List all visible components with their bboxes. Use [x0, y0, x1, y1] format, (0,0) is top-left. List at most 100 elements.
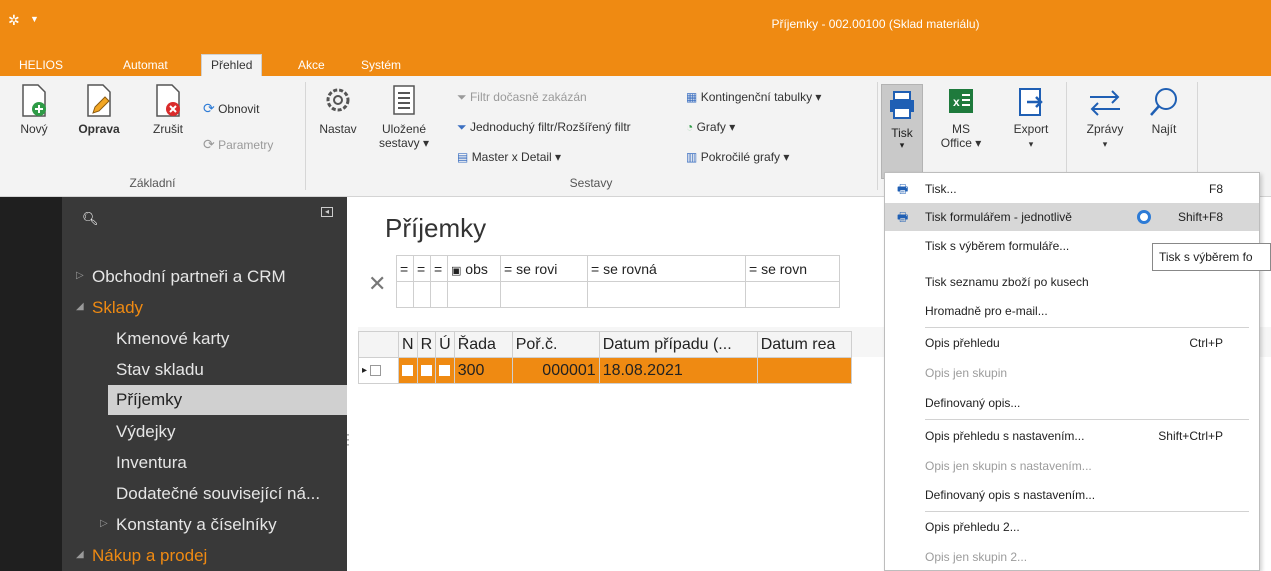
title-bar: ✲ ▼ Příjemky - 002.00100 (Sklad materiál…	[0, 0, 1271, 52]
sidebar-item-prijemky[interactable]: Příjemky	[108, 385, 347, 415]
column-header-datum-rea[interactable]: Datum rea	[756, 331, 852, 358]
column-header-datum[interactable]: Datum případu (...	[598, 331, 758, 358]
sidebar-item-partners[interactable]: ▷ Obchodní partneři a CRM	[76, 267, 286, 287]
cell-datum[interactable]: 18.08.2021	[598, 357, 758, 384]
tab-akce[interactable]: Akce	[289, 56, 334, 76]
parameters-icon: ⟳	[203, 136, 215, 152]
menu-item-definovany-opis-nastaveni[interactable]: Definovaný opis s nastavením...	[885, 481, 1259, 509]
menu-item-opis-skupin-nastaveni[interactable]: Opis jen skupin s nastavením...	[885, 452, 1259, 480]
menu-item-label: Opis jen skupin	[925, 366, 1008, 380]
filter-value[interactable]	[413, 281, 431, 308]
refresh-button[interactable]: ⟳ Obnovit	[203, 100, 259, 117]
sidebar-item-stav-skladu[interactable]: Stav skladu	[116, 360, 204, 380]
settings-button[interactable]: Nastav	[316, 84, 360, 136]
tab-prehled[interactable]: Přehled	[201, 54, 263, 76]
print-dropdown-arrow: ▾	[899, 140, 905, 150]
menu-item-tisk[interactable]: 🖶︎ Tisk... F8	[885, 175, 1259, 203]
tab-helios[interactable]: HELIOS	[10, 56, 72, 76]
cell-u[interactable]	[435, 357, 455, 384]
edit-button[interactable]: Oprava	[76, 84, 122, 136]
column-header-r[interactable]: R	[416, 331, 437, 358]
table-row[interactable]: ▸ 300 000001 18.08.2021	[358, 357, 852, 384]
cell-datum-rea[interactable]	[756, 357, 852, 384]
master-detail-label: Master x Detail ▾	[471, 150, 562, 164]
advanced-charts-button[interactable]: ▥ Pokročilé grafy ▾	[686, 150, 789, 164]
menu-item-label: Opis přehledu	[925, 336, 1000, 350]
filter-op-porc[interactable]: = se rovi	[500, 255, 588, 282]
cell-checkbox[interactable]	[420, 364, 432, 376]
menu-item-opis-skupin-2[interactable]: Opis jen skupin 2...	[885, 543, 1259, 571]
menu-item-hromadne-email[interactable]: Hromadně pro e-mail...	[885, 297, 1259, 325]
filter-disabled-button[interactable]: ⏷ Filtr dočasně zakázán	[457, 90, 587, 105]
find-button[interactable]: Najít	[1144, 86, 1184, 136]
collapse-arrow-icon: ◢	[76, 301, 84, 312]
column-header-porc[interactable]: Poř.č.	[511, 331, 600, 358]
menu-item-tisk-seznamu[interactable]: Tisk seznamu zboží po kusech	[885, 268, 1259, 296]
column-header-u[interactable]: Ú	[435, 331, 455, 358]
column-header-rada[interactable]: Řada	[453, 331, 513, 358]
cell-r[interactable]	[416, 357, 437, 384]
filter-value[interactable]	[447, 281, 501, 308]
simple-filter-button[interactable]: ⏷ Jednoduchý filtr/Rozšířený filtr	[457, 120, 631, 135]
filter-value[interactable]	[587, 281, 746, 308]
filter-op-datum[interactable]: = se rovná	[587, 255, 746, 282]
messages-button[interactable]: Zprávy ▾	[1080, 86, 1130, 150]
group-label-sestavy: Sestavy	[569, 176, 613, 190]
filter-value[interactable]	[500, 281, 588, 308]
menu-item-shortcut: Shift+F8	[1177, 210, 1223, 224]
cell-rada[interactable]: 300	[453, 357, 513, 384]
menu-item-label: Opis jen skupin s nastavením...	[925, 459, 1092, 473]
filter-icon: ⏷	[457, 120, 467, 134]
filter-value[interactable]	[745, 281, 840, 308]
printer-icon: 🖶︎	[897, 182, 909, 196]
arrows-exchange-icon	[1090, 90, 1120, 116]
filter-op-n[interactable]: =	[396, 255, 414, 282]
search-icon[interactable]: 🔍︎	[82, 211, 99, 227]
clear-filter-icon[interactable]: ✕	[368, 271, 386, 297]
sidebar-item-sklady[interactable]: ◢ Sklady	[76, 298, 143, 318]
filter-value[interactable]	[430, 281, 448, 308]
cancel-button[interactable]: Zrušit	[147, 84, 189, 136]
filter-op-rada[interactable]: ▣ obs	[447, 255, 501, 282]
menu-item-opis-skupin[interactable]: Opis jen skupin	[885, 359, 1259, 387]
saved-reports-button[interactable]: Uložené sestavy ▾	[376, 84, 432, 150]
charts-button[interactable]: ◔ Grafy ▾	[686, 120, 735, 134]
new-button[interactable]: Nový	[16, 84, 52, 136]
sidebar-item-inventura[interactable]: Inventura	[116, 453, 187, 473]
menu-item-opis-prehledu-2[interactable]: Opis přehledu 2...	[885, 513, 1259, 541]
cell-n[interactable]	[398, 357, 418, 384]
pin-panel-icon[interactable]: ◂	[321, 207, 333, 217]
cell-porc[interactable]: 000001	[511, 357, 600, 384]
parameters-button[interactable]: ⟳ Parametry	[203, 136, 273, 153]
menu-item-shortcut: F8	[1208, 182, 1223, 196]
export-button[interactable]: Export ▾	[1008, 86, 1054, 150]
sidebar-item-nakup-prodej[interactable]: ◢ Nákup a prodej	[76, 546, 207, 566]
column-header-n[interactable]: N	[398, 331, 418, 358]
menu-item-definovany-opis[interactable]: Definovaný opis...	[885, 389, 1259, 417]
edit-label: Oprava	[78, 122, 120, 136]
sidebar-item-kmenove-karty[interactable]: Kmenové karty	[116, 329, 229, 349]
cell-checkbox[interactable]	[439, 364, 451, 376]
tab-system[interactable]: Systém	[352, 56, 410, 76]
filter-op-u[interactable]: =	[430, 255, 448, 282]
menu-item-opis-nastaveni[interactable]: Opis přehledu s nastavením... Shift+Ctrl…	[885, 422, 1259, 450]
pivot-tables-button[interactable]: ▦ Kontingenční tabulky ▾	[686, 90, 821, 104]
menu-item-label: Tisk...	[925, 182, 957, 196]
sidebar-item-konstanty[interactable]: ▷ Konstanty a číselníky	[100, 515, 277, 535]
menu-item-opis-prehledu[interactable]: Opis přehledu Ctrl+P	[885, 329, 1259, 357]
sidebar-item-dodatecne[interactable]: Dodatečné související ná...	[116, 484, 320, 504]
filter-op-r[interactable]: =	[413, 255, 431, 282]
print-button[interactable]: Tisk ▾	[881, 84, 923, 179]
ms-office-button[interactable]: x MS Office ▾	[937, 86, 985, 150]
row-selector[interactable]: ▸	[358, 357, 399, 384]
tab-automat[interactable]: Automat	[114, 56, 177, 76]
master-detail-button[interactable]: ▤ Master x Detail ▾	[457, 150, 561, 164]
filter-op-datum-rea[interactable]: = se rovn	[745, 255, 840, 282]
cell-checkbox[interactable]	[402, 364, 413, 376]
splitter-handle[interactable]: · · ·	[346, 428, 350, 450]
menu-item-tisk-formularem[interactable]: 🖶︎ Tisk formulářem - jednotlivě Shift+F8	[885, 203, 1259, 231]
sidebar-item-vydejky[interactable]: Výdejky	[116, 422, 176, 442]
sidebar-item-label: Obchodní partneři a CRM	[92, 267, 286, 286]
row-checkbox[interactable]	[369, 364, 381, 376]
filter-value[interactable]	[396, 281, 414, 308]
